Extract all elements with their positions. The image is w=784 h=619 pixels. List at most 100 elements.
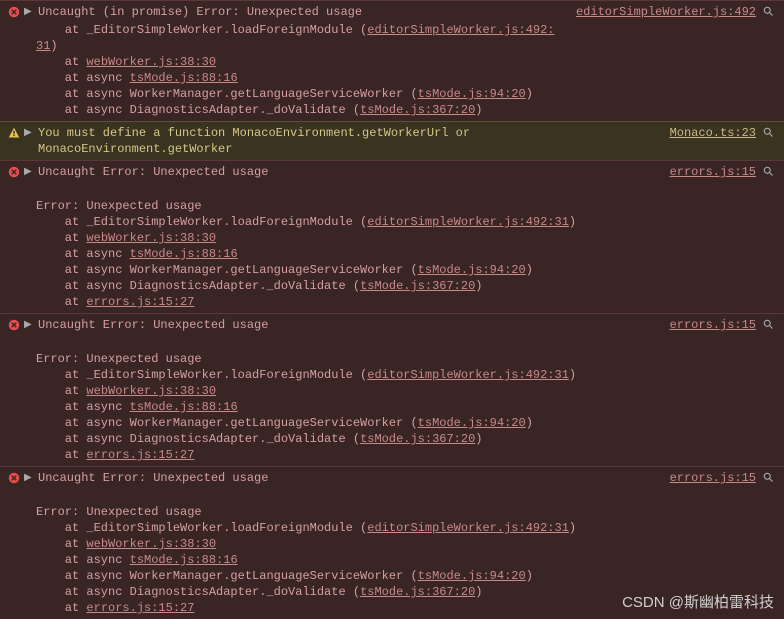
stack-link[interactable]: errors.js:15:27 xyxy=(86,295,194,309)
stack-frame: at async DiagnosticsAdapter._doValidate … xyxy=(36,278,776,294)
stack-suffix: ) xyxy=(475,585,482,599)
stack-link[interactable]: webWorker.js:38:30 xyxy=(86,55,216,69)
stack-frame: Error: Unexpected usage xyxy=(36,351,776,367)
stack-link[interactable]: webWorker.js:38:30 xyxy=(86,384,216,398)
stack-suffix: ) xyxy=(526,263,533,277)
stack-prefix: at async xyxy=(36,553,130,567)
stack-prefix: at async xyxy=(36,71,130,85)
source-link[interactable]: errors.js:15 xyxy=(670,471,756,485)
stack-prefix: at xyxy=(36,295,86,309)
stack-link[interactable]: tsMode.js:88:16 xyxy=(130,553,238,567)
entry-header: ▶Uncaught (in promise) Error: Unexpected… xyxy=(8,4,776,22)
message-text: Uncaught (in promise) Error: Unexpected … xyxy=(38,4,572,20)
stack-frame: Error: Unexpected usage xyxy=(36,198,776,214)
stack-link[interactable]: tsMode.js:88:16 xyxy=(130,247,238,261)
message-text: You must define a function MonacoEnviron… xyxy=(38,125,666,157)
stack-frame: at webWorker.js:38:30 xyxy=(36,54,776,70)
console-entry: ▶Uncaught Error: Unexpected usage errors.… xyxy=(0,466,784,619)
source-location: errors.js:15 xyxy=(670,470,758,486)
stack-link[interactable]: editorSimpleWorker.js:492:31 xyxy=(367,368,569,382)
stack-link[interactable]: tsMode.js:94:20 xyxy=(418,569,526,583)
stack-link[interactable]: tsMode.js:367:20 xyxy=(360,279,475,293)
stack-link[interactable]: tsMode.js:94:20 xyxy=(418,416,526,430)
stack-suffix: ) xyxy=(526,416,533,430)
error-icon xyxy=(8,6,20,18)
stack-link[interactable]: tsMode.js:94:20 xyxy=(418,263,526,277)
stack-link[interactable]: webWorker.js:38:30 xyxy=(86,231,216,245)
expand-arrow-icon[interactable]: ▶ xyxy=(24,165,34,181)
stack-frame: at async WorkerManager.getLanguageServic… xyxy=(36,86,776,102)
search-icon[interactable] xyxy=(762,126,776,143)
stack-link[interactable]: webWorker.js:38:30 xyxy=(86,537,216,551)
stack-link[interactable]: errors.js:15:27 xyxy=(86,601,194,615)
stack-prefix: at xyxy=(36,55,86,69)
entry-header: ▶Uncaught Error: Unexpected usage errors.… xyxy=(8,317,776,335)
console-entry: ▶Uncaught Error: Unexpected usageerrors.… xyxy=(0,160,784,313)
stack-link[interactable]: tsMode.js:94:20 xyxy=(418,87,526,101)
source-link[interactable]: Monaco.ts:23 xyxy=(670,126,756,140)
stack-frame: at async DiagnosticsAdapter._doValidate … xyxy=(36,431,776,447)
stack-link[interactable]: editorSimpleWorker.js:492:31 xyxy=(367,521,569,535)
error-icon xyxy=(8,319,20,331)
stack-frame: Error: Unexpected usage xyxy=(36,504,776,520)
stack-frame: at async WorkerManager.getLanguageServic… xyxy=(36,262,776,278)
stack-suffix: ) xyxy=(475,279,482,293)
entry-header: ▶You must define a function MonacoEnviro… xyxy=(8,125,776,157)
stack-link[interactable]: tsMode.js:367:20 xyxy=(360,432,475,446)
console-entry: ▶Uncaught (in promise) Error: Unexpected… xyxy=(0,0,784,121)
search-icon[interactable] xyxy=(762,165,776,182)
stack-frame: at errors.js:15:27 xyxy=(36,447,776,463)
source-link[interactable]: errors.js:15 xyxy=(670,165,756,179)
stack-suffix: ) xyxy=(569,368,576,382)
source-location: editorSimpleWorker.js:492 xyxy=(576,4,758,20)
stack-link[interactable]: errors.js:15:27 xyxy=(86,448,194,462)
expand-arrow-icon[interactable]: ▶ xyxy=(24,5,34,21)
stack-prefix: at xyxy=(36,231,86,245)
stack-link[interactable]: tsMode.js:88:16 xyxy=(130,71,238,85)
entry-header: ▶Uncaught Error: Unexpected usageerrors.… xyxy=(8,164,776,182)
stack-prefix: at async WorkerManager.getLanguageServic… xyxy=(36,87,418,101)
stack-frame: at _EditorSimpleWorker.loadForeignModule… xyxy=(36,520,776,536)
expand-arrow-icon[interactable]: ▶ xyxy=(24,318,34,334)
stack-prefix: at _EditorSimpleWorker.loadForeignModule… xyxy=(36,521,367,535)
stack-frame: at webWorker.js:38:30 xyxy=(36,230,776,246)
source-link[interactable]: editorSimpleWorker.js:492 xyxy=(576,5,756,19)
expand-arrow-icon[interactable]: ▶ xyxy=(24,471,34,487)
stack-prefix: at xyxy=(36,384,86,398)
stack-prefix: at async DiagnosticsAdapter._doValidate … xyxy=(36,432,360,446)
source-location: errors.js:15 xyxy=(670,317,758,333)
source-link[interactable]: errors.js:15 xyxy=(670,318,756,332)
stack-suffix: ) xyxy=(526,87,533,101)
search-icon[interactable] xyxy=(762,5,776,22)
stack-frame: at _EditorSimpleWorker.loadForeignModule… xyxy=(36,214,776,230)
message-text: Uncaught Error: Unexpected usage xyxy=(38,317,666,333)
stack-suffix: ) xyxy=(50,39,57,53)
stack-prefix: at xyxy=(36,448,86,462)
stack-link[interactable]: tsMode.js:367:20 xyxy=(360,585,475,599)
stack-prefix: at async xyxy=(36,247,130,261)
message-text: Uncaught Error: Unexpected usage xyxy=(38,470,666,486)
stack-frame: at async WorkerManager.getLanguageServic… xyxy=(36,415,776,431)
stack-prefix: at _EditorSimpleWorker.loadForeignModule… xyxy=(36,23,367,37)
stack-frame: at webWorker.js:38:30 xyxy=(36,383,776,399)
stack-prefix: at async DiagnosticsAdapter._doValidate … xyxy=(36,279,360,293)
stack-suffix: ) xyxy=(475,103,482,117)
stack-prefix: at async DiagnosticsAdapter._doValidate … xyxy=(36,585,360,599)
stack-prefix: at xyxy=(36,601,86,615)
entry-header: ▶Uncaught Error: Unexpected usage errors.… xyxy=(8,470,776,488)
stack-frame: at async DiagnosticsAdapter._doValidate … xyxy=(36,102,776,118)
search-icon[interactable] xyxy=(762,471,776,488)
stack-link[interactable]: editorSimpleWorker.js:492:31 xyxy=(367,215,569,229)
stack-prefix: at async DiagnosticsAdapter._doValidate … xyxy=(36,103,360,117)
error-icon xyxy=(8,472,20,484)
search-icon[interactable] xyxy=(762,318,776,335)
stack-prefix: at async xyxy=(36,400,130,414)
stack-prefix: at _EditorSimpleWorker.loadForeignModule… xyxy=(36,215,367,229)
stack-link[interactable]: tsMode.js:88:16 xyxy=(130,400,238,414)
stack-frame: at async tsMode.js:88:16 xyxy=(36,399,776,415)
stack-prefix: at async WorkerManager.getLanguageServic… xyxy=(36,569,418,583)
stack-link[interactable]: tsMode.js:367:20 xyxy=(360,103,475,117)
stack-suffix: ) xyxy=(526,569,533,583)
stack-frame: at async tsMode.js:88:16 xyxy=(36,246,776,262)
expand-arrow-icon[interactable]: ▶ xyxy=(24,126,34,142)
